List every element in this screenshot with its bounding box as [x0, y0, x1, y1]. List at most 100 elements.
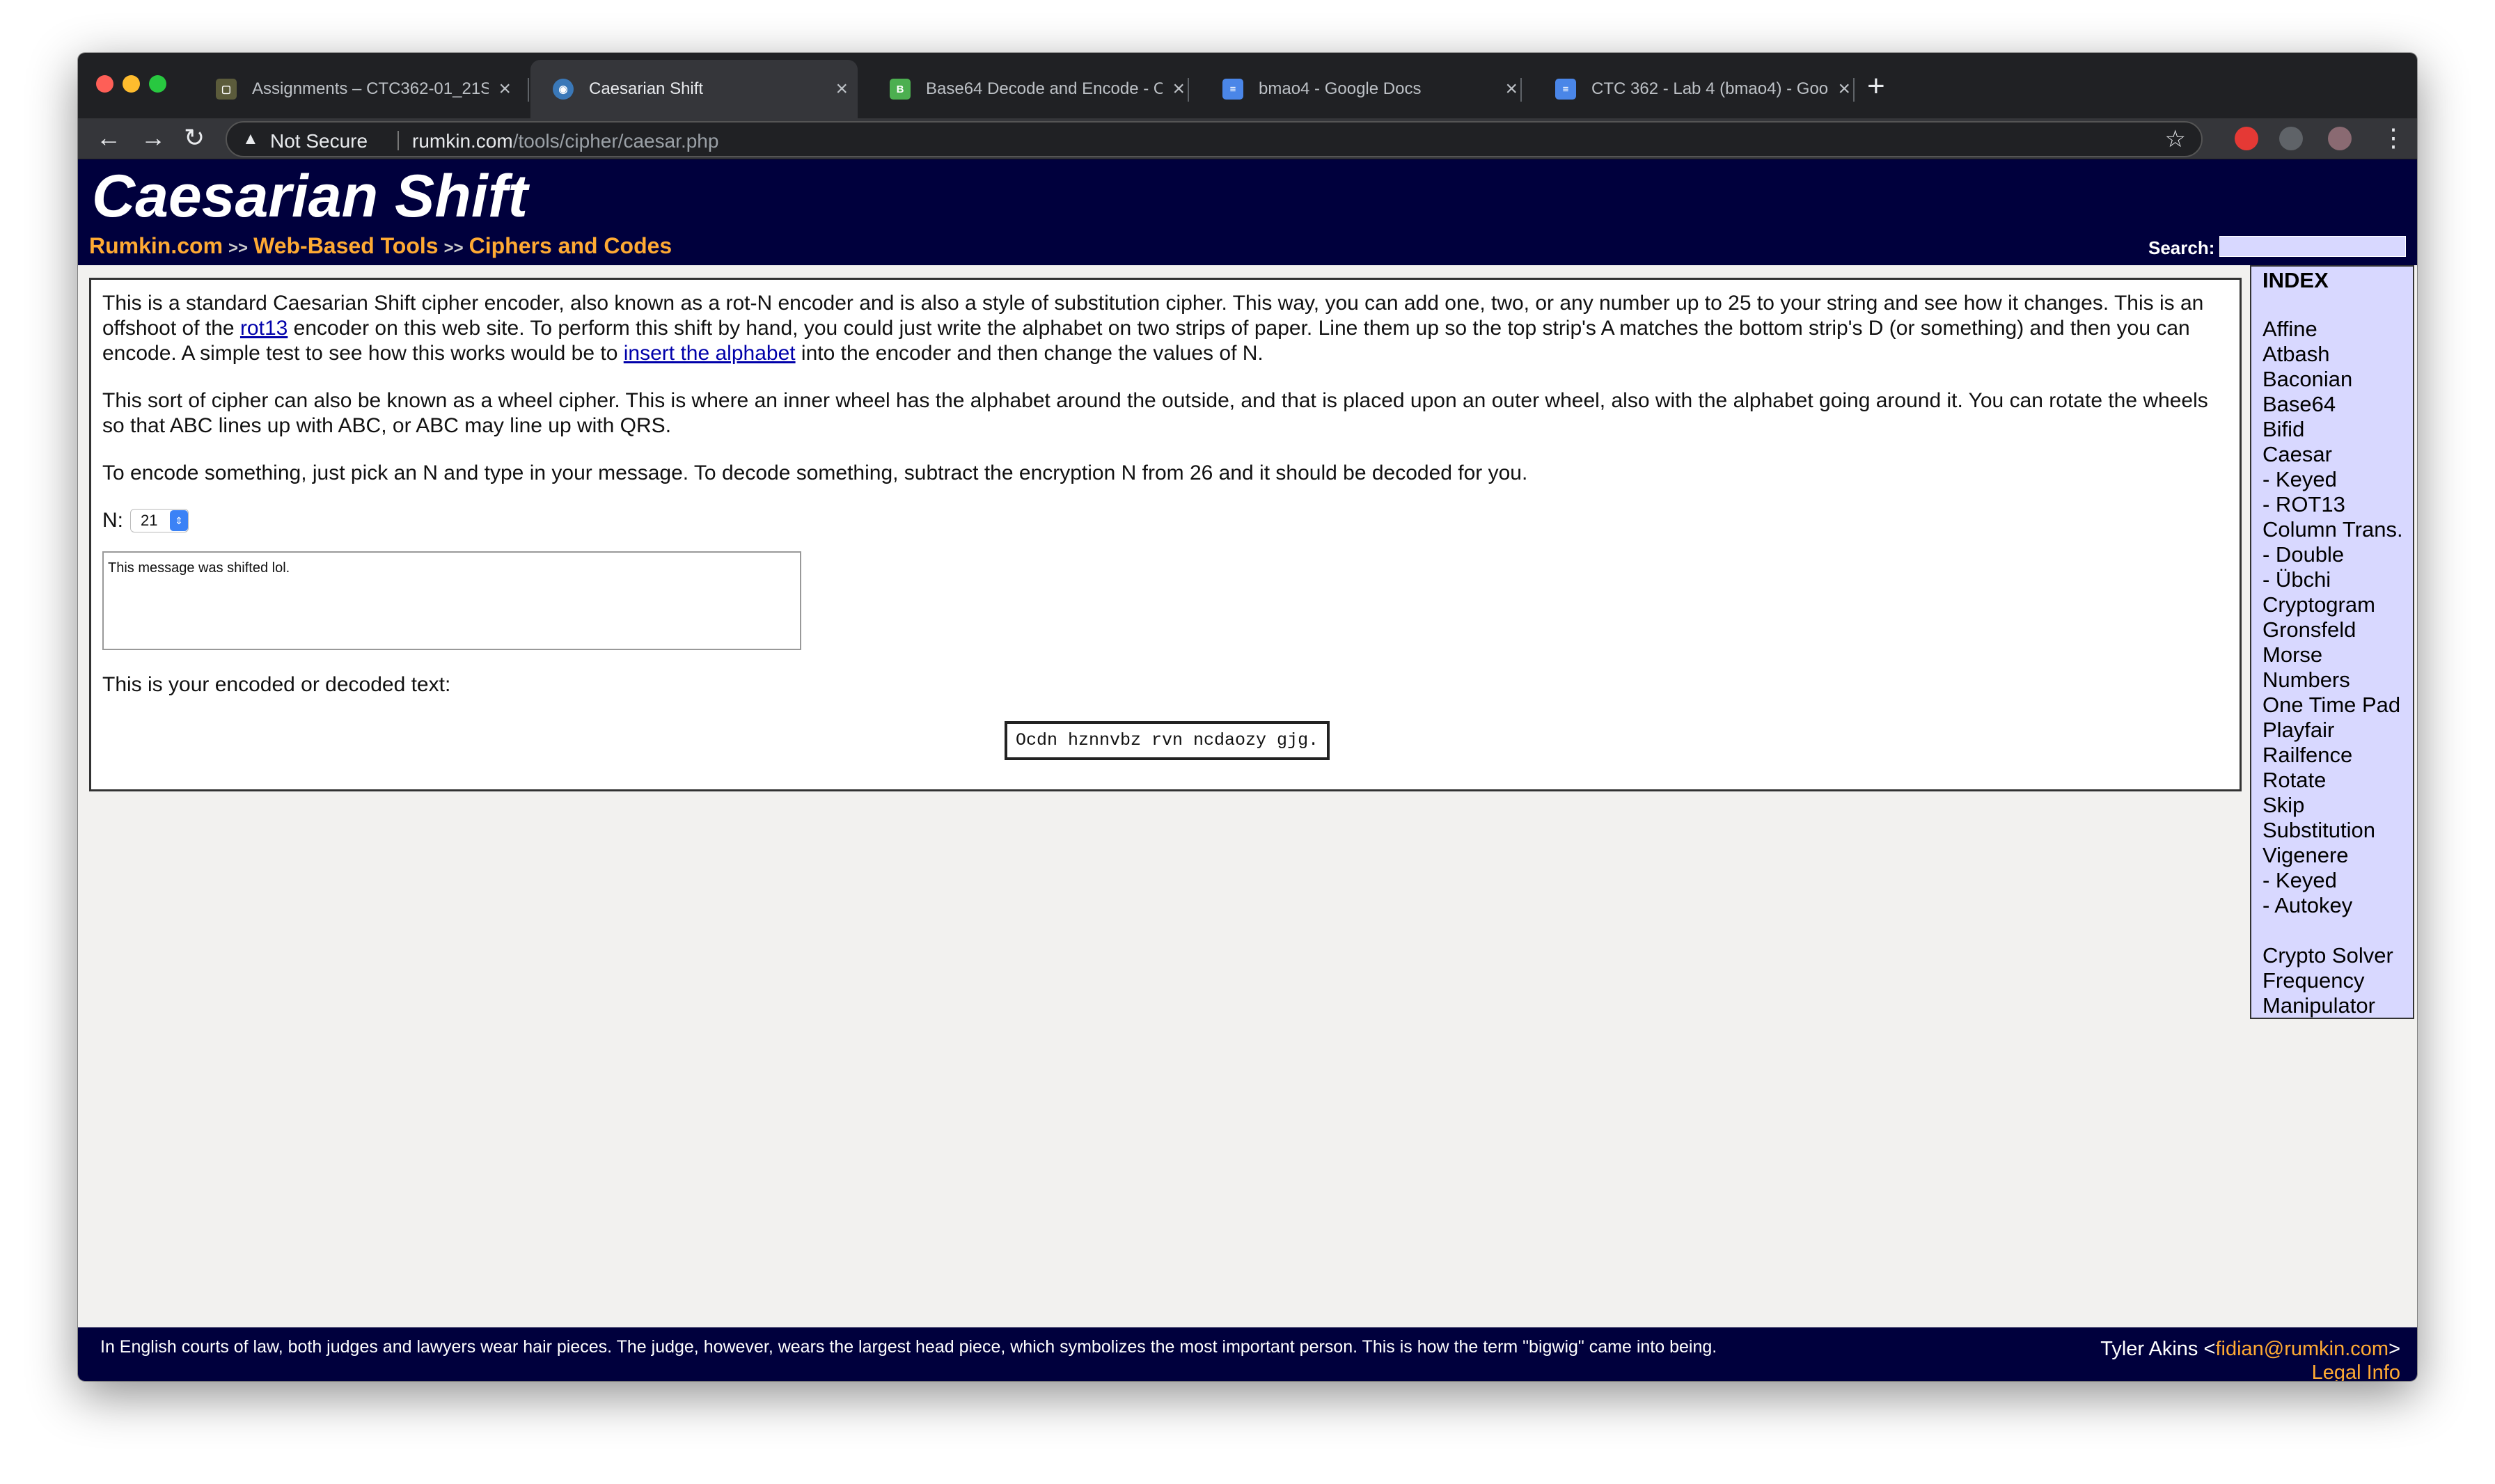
index-item[interactable]: - ROT13: [2262, 492, 2413, 517]
close-tab-icon[interactable]: ×: [1172, 77, 1185, 102]
docs-icon: ≡: [1222, 79, 1243, 100]
rot13-link[interactable]: rot13: [240, 317, 288, 340]
web-page: Caesarian Shift Rumkin.com >> Web-Based To…: [78, 159, 2417, 1381]
tab-separator: [1520, 78, 1522, 102]
index-item[interactable]: Railfence: [2262, 743, 2413, 768]
close-tab-icon[interactable]: ×: [835, 77, 848, 102]
intro-text: into the encoder and then change the val…: [795, 342, 1264, 365]
index-item[interactable]: Substitution: [2262, 818, 2413, 843]
maximize-window-button[interactable]: [149, 75, 166, 93]
index-sidebar: INDEX Affine Atbash Baconian Base64 Bifid Cae…: [2250, 265, 2414, 1019]
page-title: Caesarian Shift: [92, 163, 528, 230]
instructions-paragraph: To encode something, just pick an N and …: [102, 461, 1528, 484]
extension-icon[interactable]: [2235, 127, 2258, 150]
close-tab-icon[interactable]: ×: [1505, 77, 1518, 102]
index-item[interactable]: Playfair: [2262, 718, 2413, 743]
intro-paragraph: This is a standard Caesarian Shift ciphe…: [102, 291, 2228, 366]
tab-title: CTC 362 - Lab 4 (bmao4) - Google Docs: [1591, 79, 1828, 98]
profile-avatar[interactable]: [2328, 127, 2352, 150]
index-item[interactable]: - Keyed: [2262, 467, 2413, 492]
index-item[interactable]: Numbers: [2262, 668, 2413, 693]
tab-strip: ▢ Assignments – CTC362-01_21S × ◉ Caesar…: [78, 53, 2417, 118]
bookmark-star-icon[interactable]: ☆: [2165, 125, 2186, 153]
minimize-window-button[interactable]: [123, 75, 140, 93]
index-item[interactable]: Manipulator: [2262, 993, 2413, 1018]
author-name: Tyler Akins <: [2100, 1338, 2216, 1360]
index-list: Affine Atbash Baconian Base64 Bifid Caesar - K…: [2262, 317, 2413, 918]
index-item[interactable]: - Double: [2262, 542, 2413, 567]
index-item[interactable]: Column Trans.: [2262, 517, 2413, 542]
tab-caesarian-shift[interactable]: ◉ Caesarian Shift ×: [530, 60, 858, 118]
index-item[interactable]: Baconian: [2262, 367, 2413, 392]
docs-icon: ≡: [1555, 79, 1576, 100]
n-select[interactable]: 21 ⇕: [130, 509, 189, 532]
new-tab-button[interactable]: +: [1867, 71, 1885, 102]
index-item[interactable]: Caesar: [2262, 442, 2413, 467]
tab-separator: [1188, 78, 1189, 102]
tab-bmao4-docs[interactable]: ≡ bmao4 - Google Docs ×: [1200, 60, 1527, 118]
reload-icon[interactable]: ↻: [184, 123, 205, 153]
tab-title: Base64 Decode and Encode - Online: [926, 79, 1163, 98]
index-title: INDEX: [2262, 268, 2329, 292]
index-item[interactable]: Affine: [2262, 317, 2413, 342]
breadcrumb-ciphers[interactable]: Ciphers and Codes: [469, 233, 672, 258]
result-output: Ocdn hznnvbz rvn ncdaozy gjg.: [1005, 721, 1330, 760]
back-arrow-icon[interactable]: ←: [96, 123, 121, 153]
legal-info-link[interactable]: Legal Info: [2312, 1361, 2400, 1381]
tab-assignments[interactable]: ▢ Assignments – CTC362-01_21S ×: [194, 60, 521, 118]
tab-ctc362-lab4[interactable]: ≡ CTC 362 - Lab 4 (bmao4) - Google Docs …: [1533, 60, 1860, 118]
breadcrumb-rumkin[interactable]: Rumkin.com: [89, 233, 223, 258]
close-window-button[interactable]: [96, 75, 113, 93]
site-footer: In English courts of law, both judges an…: [78, 1327, 2417, 1381]
index-item[interactable]: Frequency: [2262, 968, 2413, 993]
extension-icon[interactable]: [2279, 127, 2303, 150]
tab-base64[interactable]: B Base64 Decode and Encode - Online ×: [867, 60, 1195, 118]
breadcrumb-web-tools[interactable]: Web-Based Tools: [253, 233, 439, 258]
index-item[interactable]: Bifid: [2262, 417, 2413, 442]
forward-arrow-icon[interactable]: →: [141, 123, 166, 153]
message-textarea[interactable]: This message was shifted lol.: [102, 551, 801, 650]
search-input[interactable]: [2219, 236, 2406, 257]
index-item[interactable]: One Time Pad: [2262, 693, 2413, 718]
url-text[interactable]: rumkin.com/tools/cipher/caesar.php: [412, 130, 718, 152]
tab-separator: [528, 78, 529, 102]
tab-separator: [1853, 78, 1855, 102]
address-bar[interactable]: ▲ Not Secure rumkin.com/tools/cipher/cae…: [226, 121, 2203, 157]
breadcrumb: Rumkin.com >> Web-Based Tools >> Ciphers and…: [89, 233, 672, 259]
index-item[interactable]: Rotate: [2262, 768, 2413, 793]
index-item[interactable]: Gronsfeld: [2262, 617, 2413, 642]
main-content: This is a standard Caesarian Shift ciphe…: [89, 278, 2242, 791]
index-item[interactable]: - Übchi: [2262, 567, 2413, 592]
kebab-menu-icon[interactable]: ⋮: [2381, 123, 2406, 153]
n-label: N:: [102, 509, 123, 532]
security-label[interactable]: Not Secure: [270, 130, 368, 152]
index-item[interactable]: - Autokey: [2262, 893, 2413, 918]
browser-toolbar: ← → ↻ ▲ Not Secure rumkin.com/tools/ciph…: [78, 118, 2417, 159]
tab-title: Assignments – CTC362-01_21S: [252, 79, 489, 98]
url-host: rumkin.com: [412, 130, 513, 152]
b64-icon: B: [890, 79, 911, 100]
close-tab-icon[interactable]: ×: [1838, 77, 1850, 102]
url-path: /tools/cipher/caesar.php: [512, 130, 719, 152]
index-item[interactable]: Crypto Solver: [2262, 943, 2413, 968]
index-item[interactable]: Atbash: [2262, 342, 2413, 367]
index-item[interactable]: Vigenere: [2262, 843, 2413, 868]
result-label: This is your encoded or decoded text:: [102, 673, 451, 696]
author-bracket: >: [2388, 1338, 2400, 1360]
wheel-paragraph: This sort of cipher can also be known as…: [102, 389, 2208, 437]
author-email-link[interactable]: fidian@rumkin.com: [2215, 1338, 2388, 1360]
close-tab-icon[interactable]: ×: [498, 77, 511, 102]
insert-alphabet-link[interactable]: insert the alphabet: [624, 342, 796, 365]
omnibox-separator: [398, 131, 399, 150]
footer-author: Tyler Akins <fidian@rumkin.com> Legal In…: [2100, 1337, 2400, 1381]
site-header: Caesarian Shift Rumkin.com >> Web-Based To…: [78, 159, 2417, 265]
warning-icon[interactable]: ▲: [242, 129, 259, 149]
canvas-icon: ▢: [216, 79, 237, 100]
footer-quote: In English courts of law, both judges an…: [100, 1337, 1717, 1357]
index-item[interactable]: Base64: [2262, 392, 2413, 417]
index-item[interactable]: Skip: [2262, 793, 2413, 818]
n-value: 21: [141, 512, 158, 529]
index-item[interactable]: - Keyed: [2262, 868, 2413, 893]
index-item[interactable]: Morse: [2262, 642, 2413, 668]
index-item[interactable]: Cryptogram: [2262, 592, 2413, 617]
